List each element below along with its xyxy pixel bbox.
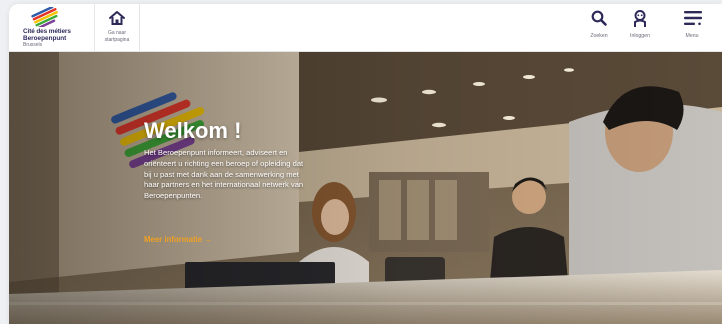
site-logo[interactable]: Cité des métiers Beroepenpunt Brussels [23,7,93,49]
hero-text-block: Welkom ! Het Beroepenpunt informeert, ad… [144,118,304,202]
hero-description: Het Beroepenpunt informeert, adviseert e… [144,148,304,201]
menu-button-label: Menu [685,33,699,39]
more-info-link[interactable]: Meer informatie → [144,235,212,244]
menu-button[interactable]: Menu [672,4,712,51]
login-button-label: Inloggen [630,33,650,39]
home-label-line-2: startpagina [104,36,130,43]
hero-banner: Welkom ! Het Beroepenpunt informeert, ad… [9,52,722,324]
logo-line-3: Brussels [23,42,43,48]
logo-line-1: Cité des métiers [23,28,71,35]
search-icon [591,10,607,26]
browser-frame: Cité des métiers Beroepenpunt Brussels G… [9,4,722,324]
logo-line-2: Beroepenpunt [23,35,67,42]
hero-title: Welkom ! [144,118,242,143]
header-divider [139,4,140,51]
login-button[interactable]: Inloggen [620,4,660,51]
search-button-label: Zoeken [590,33,608,39]
hamburger-menu-icon [684,11,702,26]
site-header: Cité des métiers Beroepenpunt Brussels G… [9,4,722,52]
user-icon [634,10,646,27]
hero-background-image [9,52,722,324]
home-button-label: Ga naar startpagina [95,30,139,43]
search-button[interactable]: Zoeken [579,4,619,51]
logo-stripes-icon [31,7,58,27]
home-button[interactable]: Ga naar startpagina [95,4,139,51]
home-icon [109,11,125,25]
